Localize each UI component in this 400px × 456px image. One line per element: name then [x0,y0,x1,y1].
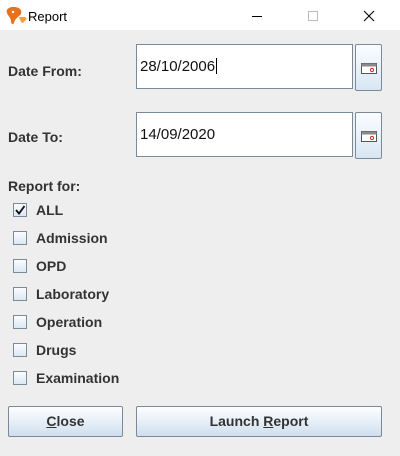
window-title: Report [28,9,68,24]
date-to-field[interactable]: 14/09/2020 [136,112,353,157]
launch-label-pre: Launch [209,413,264,429]
date-to-calendar-button[interactable] [355,112,382,159]
close-icon [363,10,375,22]
checkbox-label: Examination [36,370,120,386]
date-from-field[interactable]: 28/10/2006 [136,44,353,89]
checkbox-label: Drugs [36,342,77,358]
date-to-label: Date To: [8,129,63,145]
maximize-icon [308,11,318,21]
calendar-icon [361,63,377,74]
date-from-value: 28/10/2006 [140,58,216,75]
checkbox-box[interactable] [13,287,27,301]
checkbox-label: ALL [36,202,64,218]
title-bar[interactable]: Report [0,0,400,31]
close-window-button[interactable] [346,0,392,31]
checkbox-box[interactable] [13,343,27,357]
minimize-button[interactable] [234,0,280,31]
dialog-content: Date From: 28/10/2006 Date To: 14/09/202… [0,31,400,456]
report-window: Report Date From: 28/10/2006 Date To: 14… [0,0,400,456]
minimize-icon [252,16,262,17]
checkbox-box[interactable] [13,371,27,385]
text-caret [216,58,218,74]
date-from-label: Date From: [8,63,82,79]
checkbox-label: Operation [36,314,103,330]
checkbox-label: OPD [36,258,67,274]
checkbox-box[interactable] [13,259,27,273]
calendar-icon [361,131,377,142]
date-from-calendar-button[interactable] [355,44,382,91]
report-for-label: Report for: [8,178,81,194]
close-label-rest: lose [56,413,85,429]
close-button[interactable]: Close [8,406,123,437]
maximize-button[interactable] [290,0,336,31]
close-mnemonic: C [46,413,57,429]
checkbox-label: Laboratory [36,286,110,302]
launch-label-post: eport [273,413,309,429]
launch-report-button[interactable]: Launch Report [136,406,382,437]
launch-mnemonic: R [263,413,274,429]
app-logo-icon [6,6,27,25]
checkbox-box[interactable] [13,203,27,217]
checkbox-box[interactable] [13,315,27,329]
checkbox-box[interactable] [13,231,27,245]
date-to-value: 14/09/2020 [140,126,216,143]
checkmark-icon [15,205,25,215]
checkbox-label: Admission [36,230,108,246]
